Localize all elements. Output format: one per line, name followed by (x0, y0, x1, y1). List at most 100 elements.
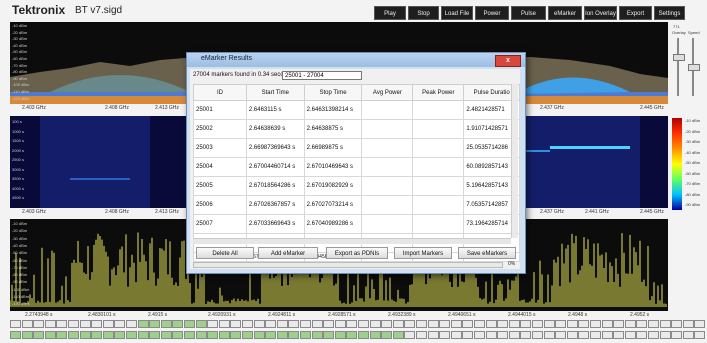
timeline-cell[interactable] (207, 320, 219, 328)
column-header-stop-time[interactable]: Stop Time (303, 84, 363, 101)
timeline-cell[interactable] (253, 320, 265, 328)
timeline-cell[interactable] (462, 320, 474, 328)
timeline-cell[interactable] (44, 320, 56, 328)
toolbar-button-export[interactable]: Export (619, 6, 652, 20)
timeline-cell[interactable] (126, 331, 137, 339)
export-as-pdnis-button[interactable]: Export as PDNIs (326, 247, 388, 259)
timeline-cell[interactable] (207, 331, 219, 339)
toolbar-button-ion-overlay[interactable]: Ion Overlay (584, 6, 617, 20)
timeline-cell[interactable] (160, 331, 172, 339)
horizontal-scrollbar[interactable] (193, 238, 511, 244)
dialog-title-bar[interactable]: eMarker Results x (187, 53, 525, 67)
timeline-cell[interactable] (543, 320, 555, 328)
timeline-cell[interactable] (439, 331, 451, 339)
timeline-strip-top[interactable] (0, 320, 707, 330)
timeline-cell[interactable] (184, 331, 195, 339)
timeline-cell[interactable] (91, 331, 103, 339)
timeline-cell[interactable] (288, 331, 300, 339)
timeline-cell[interactable] (671, 320, 683, 328)
close-button[interactable]: x (495, 55, 521, 67)
timeline-cell[interactable] (682, 320, 694, 328)
timeline-cell[interactable] (195, 331, 207, 339)
save-emarkers-button[interactable]: Save eMarkers (458, 247, 516, 259)
timeline-cell[interactable] (102, 331, 114, 339)
timeline-cell[interactable] (555, 331, 567, 339)
timeline-cell[interactable] (288, 320, 300, 328)
timeline-cell[interactable] (218, 320, 230, 328)
timeline-cell[interactable] (543, 331, 555, 339)
timeline-cell[interactable] (566, 320, 578, 328)
timeline-cell[interactable] (149, 331, 161, 339)
timeline-cell[interactable] (195, 320, 207, 328)
toolbar-button-settings[interactable]: Settings (654, 6, 685, 20)
column-header-start-time[interactable]: Start Time (245, 84, 305, 101)
timeline-cell[interactable] (520, 320, 532, 328)
toolbar-button-power-thresh[interactable]: Power Thresh (475, 6, 509, 31)
timeline-cell[interactable] (323, 320, 335, 328)
timeline-cell[interactable] (172, 331, 184, 339)
toolbar-button-stop[interactable]: Stop (408, 6, 439, 20)
timeline-cell[interactable] (323, 331, 335, 339)
timeline-cell[interactable] (91, 320, 103, 328)
timeline-cell[interactable] (648, 320, 659, 328)
timeline-cell[interactable] (532, 331, 543, 339)
timeline-cell[interactable] (613, 331, 625, 339)
timeline-cell[interactable] (474, 320, 485, 328)
timeline-cell[interactable] (532, 320, 543, 328)
timeline-cell[interactable] (300, 331, 311, 339)
timeline-cell[interactable] (450, 331, 462, 339)
timeline-cell[interactable] (56, 331, 68, 339)
timeline-cell[interactable] (601, 320, 613, 328)
timeline-cell[interactable] (346, 320, 358, 328)
timeline-cell[interactable] (346, 331, 358, 339)
timeline-cell[interactable] (68, 331, 79, 339)
timeline-cell[interactable] (439, 320, 451, 328)
timeline-cell[interactable] (160, 320, 172, 328)
table-row[interactable]: 25004 2.67004460714 s 2.67010469643 s 60.08… (193, 157, 520, 177)
timeline-cell[interactable] (566, 331, 578, 339)
timeline-cell[interactable] (636, 320, 648, 328)
timeline-cell[interactable] (126, 320, 137, 328)
table-row[interactable]: 25003 2.66987369643 s 2.66989875 s 25.05357… (193, 138, 520, 158)
timeline-cell[interactable] (508, 331, 520, 339)
timeline-cell[interactable] (276, 331, 288, 339)
column-header-avg-power[interactable]: Avg Power (361, 84, 414, 101)
timeline-cell[interactable] (137, 331, 149, 339)
add-emarker-button[interactable]: Add eMarker (258, 247, 318, 259)
timeline-cell[interactable] (474, 331, 485, 339)
timeline-cell[interactable] (427, 320, 439, 328)
vertical-scrollbar[interactable] (511, 84, 518, 238)
timeline-cell[interactable] (358, 320, 369, 328)
toolbar-button-emarker-view[interactable]: eMarker View (548, 6, 582, 31)
timeline-cell[interactable] (392, 320, 404, 328)
timeline-cell[interactable] (79, 331, 91, 339)
toolbar-button-pulse-search[interactable]: Pulse Search (511, 6, 546, 31)
timeline-cell[interactable] (334, 320, 346, 328)
timeline-cell[interactable] (172, 320, 184, 328)
timeline-cell[interactable] (33, 320, 45, 328)
timeline-cell[interactable] (462, 331, 474, 339)
timeline-cell[interactable] (427, 331, 439, 339)
timeline-cell[interactable] (381, 331, 393, 339)
timeline-cell[interactable] (149, 320, 161, 328)
timeline-cell[interactable] (404, 331, 416, 339)
delete-all-button[interactable]: Delete All (196, 247, 254, 259)
timeline-cell[interactable] (485, 320, 497, 328)
timeline-cell[interactable] (265, 331, 277, 339)
timeline-cell[interactable] (497, 331, 509, 339)
timeline-cell[interactable] (242, 331, 253, 339)
timeline-cell[interactable] (21, 320, 33, 328)
timeline-cell[interactable] (450, 320, 462, 328)
timeline-cell[interactable] (648, 331, 659, 339)
table-row[interactable]: 25002 2.64638639 s 2.64638875 s 1.910714285… (193, 119, 520, 139)
timeline-cell[interactable] (79, 320, 91, 328)
timeline-cell[interactable] (56, 320, 68, 328)
timeline-cell[interactable] (242, 320, 253, 328)
table-row[interactable]: 25005 2.67018564286 s 2.67019082929 s 5.196… (193, 176, 520, 196)
column-header-peak-power[interactable]: Peak Power (412, 84, 465, 101)
timeline-cell[interactable] (624, 320, 636, 328)
overlay-slider-handle[interactable] (673, 54, 685, 61)
table-row[interactable]: 25001 2.6463115 s 2.64631398214 s 2.4821428… (193, 100, 520, 120)
timeline-cell[interactable] (276, 320, 288, 328)
speed-slider-handle[interactable] (688, 64, 700, 71)
